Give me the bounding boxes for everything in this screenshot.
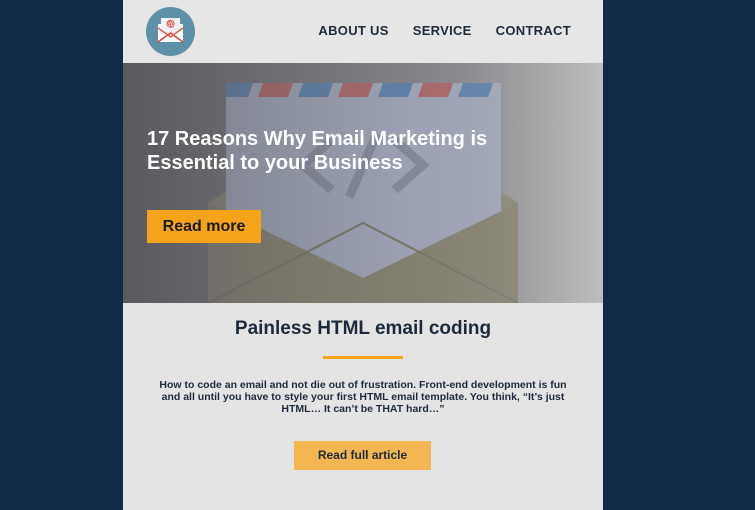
- hero-title: 17 Reasons Why Email Marketing is Essent…: [147, 128, 488, 174]
- nav-contract[interactable]: CONTRACT: [496, 23, 571, 38]
- nav-service[interactable]: SERVICE: [413, 23, 472, 38]
- title-divider: [323, 356, 403, 359]
- code-envelope-icon: [123, 63, 603, 303]
- article-body: How to code an email and not die out of …: [159, 379, 567, 415]
- email-logo-icon[interactable]: @: [146, 7, 195, 56]
- read-full-article-button[interactable]: Read full article: [294, 441, 431, 470]
- nav-about-us[interactable]: ABOUT US: [318, 23, 388, 38]
- email-template: @ ABOUT US SERVICE CONTRACT 17 Reasons W…: [123, 0, 603, 510]
- header: @ ABOUT US SERVICE CONTRACT: [123, 0, 603, 63]
- hero-banner: 17 Reasons Why Email Marketing is Essent…: [123, 63, 603, 303]
- article-title: Painless HTML email coding: [234, 318, 492, 339]
- top-nav: ABOUT US SERVICE CONTRACT: [318, 23, 571, 38]
- svg-text:@: @: [167, 22, 174, 29]
- read-more-button[interactable]: Read more: [147, 210, 261, 243]
